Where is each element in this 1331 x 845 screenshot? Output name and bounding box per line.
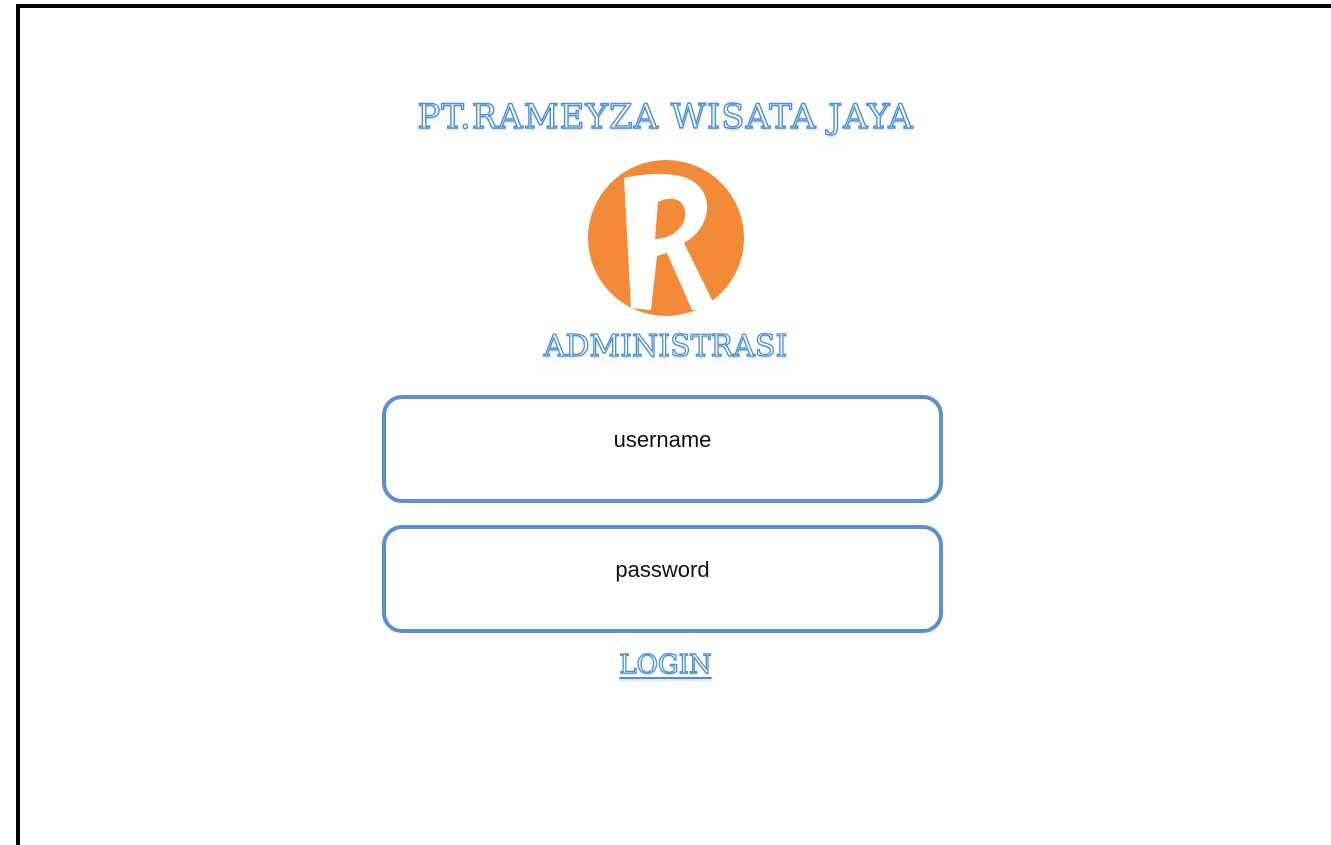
login-link-container: LOGIN (0, 650, 1331, 680)
password-field[interactable]: password (382, 525, 943, 633)
r-logo-icon (588, 160, 744, 316)
password-placeholder: password (615, 557, 710, 582)
company-name-title: PT.RAMEYZA WISATA JAYA (417, 97, 914, 137)
username-field[interactable]: username (382, 395, 943, 503)
administration-title: ADMINISTRASI (543, 329, 788, 364)
login-link[interactable]: LOGIN (619, 650, 713, 680)
username-placeholder: username (613, 427, 712, 452)
